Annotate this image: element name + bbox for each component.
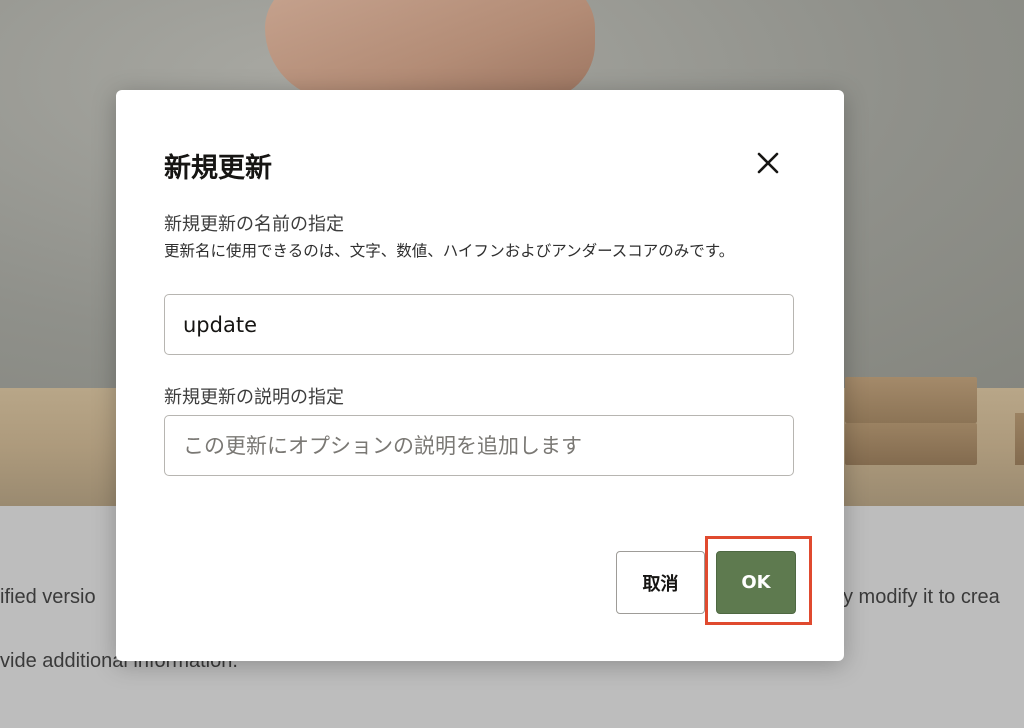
photo-hand (265, 0, 595, 100)
ok-button[interactable]: OK (716, 551, 796, 614)
update-name-label: 新規更新の名前の指定 (164, 214, 344, 235)
new-update-dialog: 新規更新 新規更新の名前の指定 更新名に使用できるのは、文字、数値、ハイフンおよ… (116, 90, 844, 661)
update-description-input[interactable] (164, 415, 794, 476)
photo-wood-block (845, 377, 977, 423)
photo-wood-block (845, 423, 977, 465)
background-text: y modify it to crea (843, 586, 1000, 608)
photo-wood-block (1015, 413, 1024, 465)
background-text: ified versio (0, 586, 96, 608)
update-name-input[interactable] (164, 294, 794, 355)
cancel-button[interactable]: 取消 (616, 551, 705, 614)
close-icon (757, 152, 779, 174)
page: ified versio y modify it to crea vide ad… (0, 0, 1024, 728)
update-name-hint: 更新名に使用できるのは、文字、数値、ハイフンおよびアンダースコアのみです。 (164, 242, 735, 260)
close-button[interactable] (750, 146, 786, 182)
dialog-title: 新規更新 (164, 153, 272, 184)
update-description-label: 新規更新の説明の指定 (164, 387, 344, 408)
